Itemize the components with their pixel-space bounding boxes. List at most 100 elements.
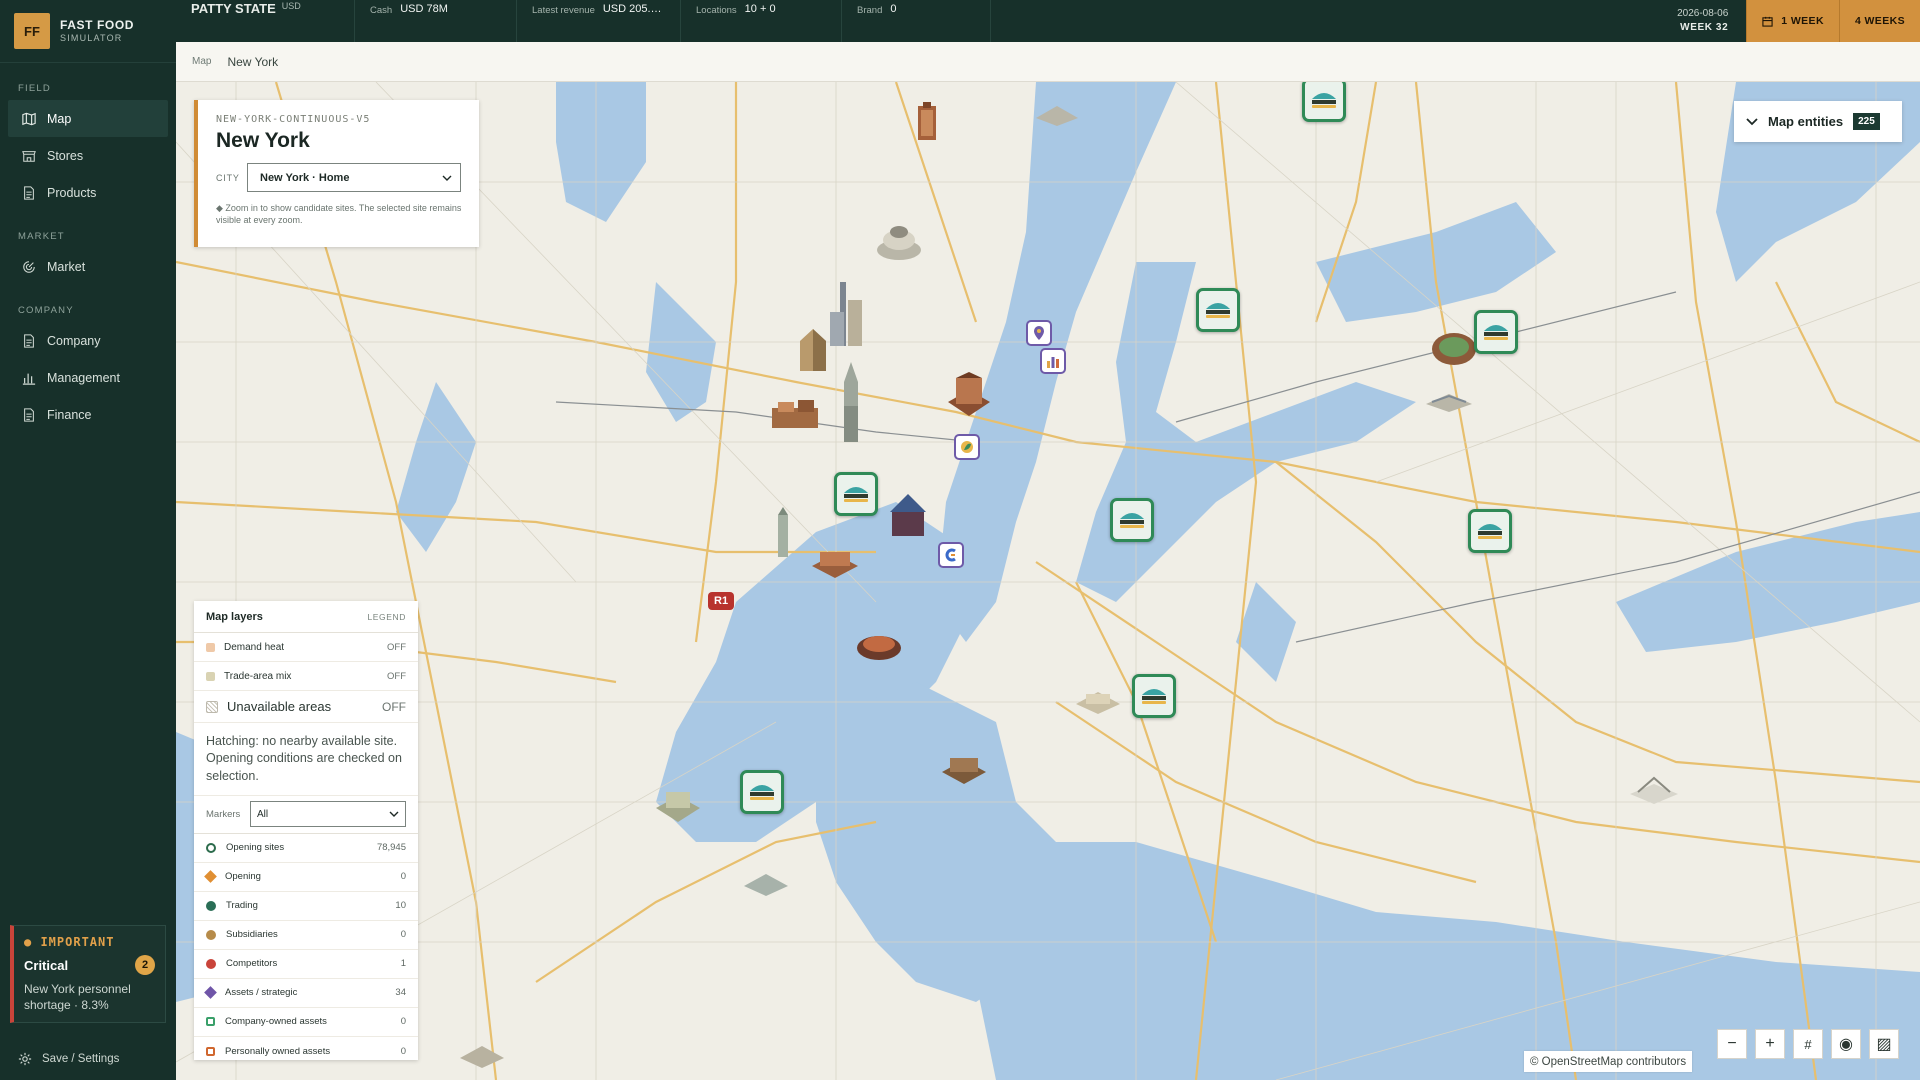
city-code: NEW-YORK-CONTINUOUS-V5 bbox=[216, 114, 371, 125]
layer-state: OFF bbox=[382, 699, 406, 714]
sidebar: FF FAST FOOD SIMULATOR FIELD Map Stores … bbox=[0, 0, 176, 1080]
city-hint: ◆ Zoom in to show candidate sites. The s… bbox=[216, 203, 462, 226]
landmark-building[interactable] bbox=[812, 548, 858, 578]
landmark-building[interactable] bbox=[824, 282, 864, 346]
landmark-building[interactable] bbox=[1426, 390, 1472, 412]
date-display: 2026-08-06 WEEK 32 bbox=[1677, 0, 1746, 42]
breadcrumb: Map New York bbox=[176, 42, 1920, 82]
sidebar-item-management[interactable]: Management bbox=[0, 359, 176, 396]
store-marker[interactable] bbox=[1474, 310, 1518, 354]
landmark-building[interactable] bbox=[856, 630, 902, 662]
store-marker[interactable] bbox=[834, 472, 878, 516]
store-marker[interactable] bbox=[1196, 288, 1240, 332]
landmark-building[interactable] bbox=[772, 507, 794, 557]
landmark-building[interactable] bbox=[772, 400, 818, 428]
asset-marker[interactable] bbox=[954, 434, 980, 460]
diamond-icon bbox=[204, 986, 217, 1000]
store-marker[interactable] bbox=[1468, 509, 1512, 553]
city-select[interactable]: New York · Home bbox=[247, 163, 461, 192]
burger-icon bbox=[750, 785, 774, 800]
grid-toggle-button[interactable]: # bbox=[1793, 1029, 1823, 1059]
stat-cash: Cash USD 78M bbox=[355, 0, 517, 42]
city-panel: NEW-YORK-CONTINUOUS-V5 New York CITY New… bbox=[194, 100, 479, 247]
landmark-building[interactable] bbox=[914, 102, 940, 140]
alert-count-badge: 2 bbox=[135, 955, 155, 975]
burger-icon bbox=[1312, 93, 1336, 108]
company-currency: USD bbox=[281, 1, 301, 11]
store-marker[interactable] bbox=[740, 770, 784, 814]
brand: FF FAST FOOD SIMULATOR bbox=[0, 0, 176, 63]
company-name: PATTY STATE USD bbox=[176, 0, 355, 42]
burger-icon bbox=[1120, 513, 1144, 528]
road-badge: R1 bbox=[708, 592, 735, 610]
brand-logo: FF bbox=[14, 13, 50, 49]
breadcrumb-root[interactable]: Map bbox=[192, 56, 211, 67]
store-marker[interactable] bbox=[1132, 674, 1176, 718]
hatch-toggle-button[interactable]: ▨ bbox=[1869, 1029, 1899, 1059]
sidebar-item-company[interactable]: Company bbox=[0, 322, 176, 359]
landmark-building[interactable] bbox=[836, 362, 866, 442]
nav-section-company: COMPANY bbox=[18, 305, 74, 316]
swatch-icon bbox=[206, 642, 215, 652]
city-select-value: New York · Home bbox=[260, 171, 350, 184]
zoom-in-button[interactable]: + bbox=[1755, 1029, 1785, 1059]
burger-icon bbox=[844, 487, 868, 502]
layer-trade-area-mix-toggle[interactable]: Trade-area mix OFF bbox=[194, 662, 418, 691]
breadcrumb-current: New York bbox=[227, 54, 279, 69]
burger-icon bbox=[1484, 325, 1508, 340]
document-icon bbox=[22, 333, 36, 348]
hatching-note: Hatching: no nearby available site. Open… bbox=[194, 723, 418, 796]
legend-row-assets-strategic: Assets / strategic 34 bbox=[194, 979, 418, 1008]
map-entities-count: 225 bbox=[1853, 113, 1880, 130]
stat-locations: Locations 10 + 0 bbox=[681, 0, 842, 42]
landmark-building[interactable] bbox=[888, 492, 928, 536]
landmark-building[interactable] bbox=[876, 222, 922, 262]
sidebar-item-stores[interactable]: Stores bbox=[0, 137, 176, 174]
store-marker[interactable] bbox=[1110, 498, 1154, 542]
marker-dot-icon bbox=[206, 842, 216, 853]
map-attribution[interactable]: © OpenStreetMap contributors bbox=[1524, 1051, 1693, 1072]
current-week: WEEK 32 bbox=[1680, 21, 1729, 33]
brand-name: FAST FOOD bbox=[60, 17, 135, 32]
layer-unavailable-areas-toggle[interactable]: Unavailable areas OFF bbox=[194, 691, 418, 723]
landmark-building[interactable] bbox=[1036, 104, 1078, 126]
store-marker[interactable] bbox=[1302, 82, 1346, 122]
landmark-building bbox=[1076, 690, 1120, 714]
landmark-building[interactable] bbox=[946, 372, 992, 418]
sidebar-item-label: Map bbox=[47, 111, 72, 126]
alert-card[interactable]: ● IMPORTANT Critical 2 New York personne… bbox=[10, 925, 166, 1023]
landmark-building bbox=[942, 754, 986, 784]
burger-icon bbox=[1206, 303, 1230, 318]
radar-icon bbox=[22, 260, 36, 274]
marker-dot-icon bbox=[206, 929, 216, 940]
landmark-building bbox=[744, 872, 788, 896]
city-label: CITY bbox=[216, 172, 240, 183]
calendar-icon bbox=[1762, 16, 1773, 27]
competitor-marker[interactable] bbox=[938, 542, 964, 568]
landmark-building[interactable] bbox=[1430, 327, 1478, 367]
sidebar-item-finance[interactable]: Finance bbox=[0, 396, 176, 433]
save-settings-button[interactable]: Save / Settings bbox=[18, 1052, 119, 1066]
legend-row-personally-owned-assets: Personally owned assets 0 bbox=[194, 1037, 418, 1066]
map-layers-title: Map layers bbox=[206, 610, 263, 623]
markers-filter-select[interactable]: All bbox=[250, 801, 406, 828]
advance-4-weeks-button[interactable]: 4 WEEKS bbox=[1838, 0, 1920, 42]
advance-1-week-button[interactable]: 1 WEEK bbox=[1746, 0, 1839, 42]
legend-row-subsidiaries: Subsidiaries 0 bbox=[194, 921, 418, 950]
locate-button[interactable]: ◉ bbox=[1831, 1029, 1861, 1059]
asset-marker[interactable] bbox=[1026, 320, 1052, 346]
diamond-icon bbox=[204, 870, 217, 884]
legend-toggle[interactable]: LEGEND bbox=[367, 612, 406, 622]
square-icon bbox=[206, 1017, 215, 1027]
map-entities-toggle[interactable]: Map entities 225 bbox=[1734, 101, 1902, 142]
sidebar-item-products[interactable]: Products bbox=[0, 174, 176, 211]
hatch-swatch-icon bbox=[206, 700, 218, 713]
landmark-building[interactable] bbox=[796, 327, 830, 371]
layer-demand-heat-toggle[interactable]: Demand heat OFF bbox=[194, 633, 418, 662]
zoom-out-button[interactable]: − bbox=[1717, 1029, 1747, 1059]
gear-icon bbox=[18, 1052, 32, 1066]
markers-label: Markers bbox=[206, 808, 241, 820]
asset-marker[interactable] bbox=[1040, 348, 1066, 374]
sidebar-item-map[interactable]: Map bbox=[8, 100, 168, 137]
sidebar-item-market[interactable]: Market bbox=[0, 248, 176, 285]
